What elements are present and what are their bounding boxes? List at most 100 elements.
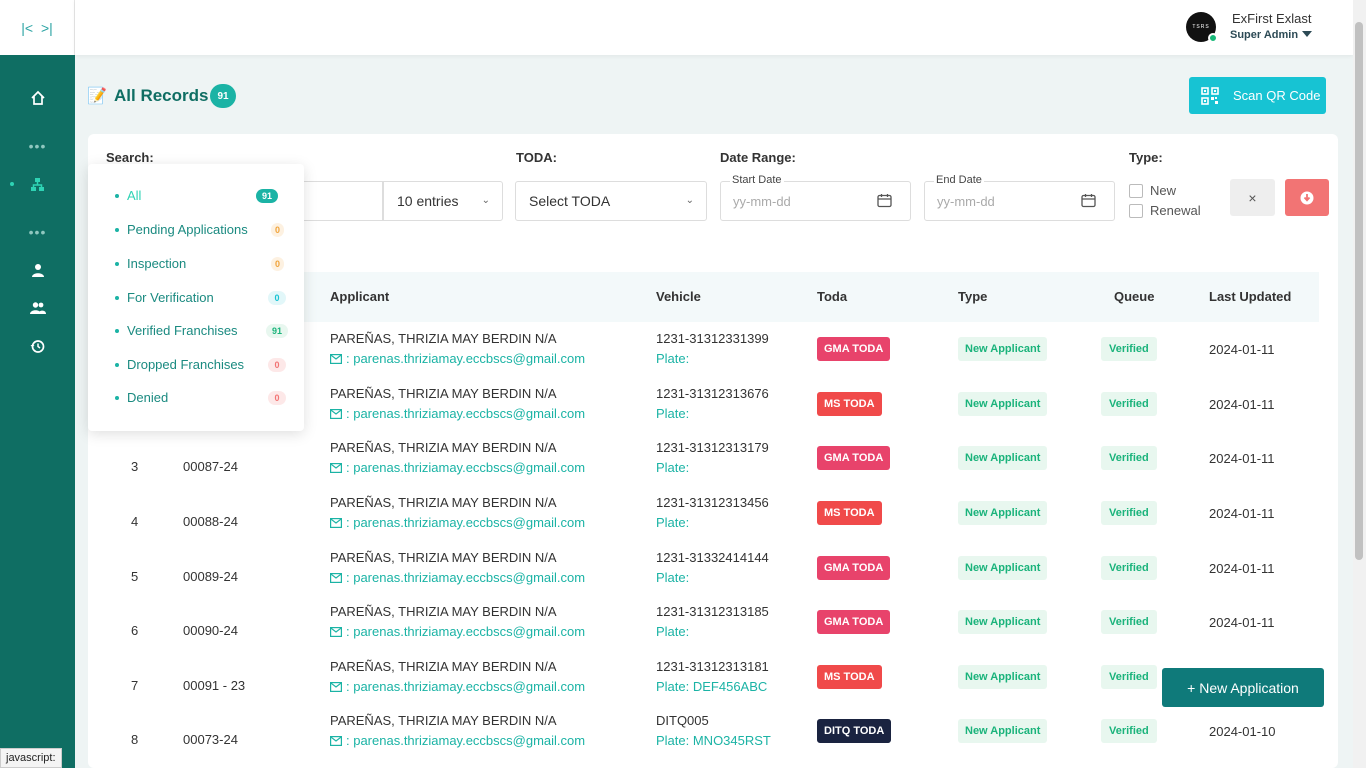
vehicle-number: 1231-31312313676 <box>656 386 769 401</box>
applicant-email[interactable]: : parenas.thriziamay.eccbscs@gmail.com <box>330 515 585 530</box>
applicant-email[interactable]: : parenas.thriziamay.eccbscs@gmail.com <box>330 570 585 585</box>
column-queue[interactable]: Queue <box>1114 289 1154 304</box>
vehicle-plate: Plate: <box>656 460 690 475</box>
applicant-email[interactable]: : parenas.thriziamay.eccbscs@gmail.com <box>330 351 585 366</box>
sitemap-icon <box>31 177 44 191</box>
toda-select[interactable]: Select TODA ⌄ <box>515 181 707 221</box>
last-updated: 2024-01-11 <box>1209 561 1275 576</box>
type-badge: New Applicant <box>958 337 1048 361</box>
franchise-id: 00090-24 <box>183 623 238 638</box>
column-applicant[interactable]: Applicant <box>330 289 389 304</box>
column-type[interactable]: Type <box>958 289 987 304</box>
collapse-first-icon[interactable]: |< <box>21 20 33 36</box>
user-icon <box>31 264 44 277</box>
sidebar-item-users[interactable] <box>0 294 75 322</box>
entries-select[interactable]: 10 entries ⌄ <box>383 181 503 221</box>
applicant-email[interactable]: : parenas.thriziamay.eccbscs@gmail.com <box>330 624 585 639</box>
scan-qr-label: Scan QR Code <box>1233 88 1321 103</box>
bullet <box>115 228 119 232</box>
status-item-verified-franchises[interactable]: Verified Franchises 91 <box>88 319 304 343</box>
type-badge: New Applicant <box>958 610 1048 634</box>
status-item-label: All <box>127 188 142 203</box>
queue-badge: Verified <box>1101 337 1157 361</box>
status-item-pending-applications[interactable]: Pending Applications 0 <box>88 218 304 242</box>
status-item-label: For Verification <box>127 290 214 305</box>
caret-down-icon <box>1302 31 1313 37</box>
sidebar-item-history[interactable] <box>0 332 75 360</box>
status-count-badge: 0 <box>268 291 286 305</box>
scrollbar-thumb[interactable] <box>1355 22 1363 560</box>
column-last-updated[interactable]: Last Updated <box>1209 289 1291 304</box>
applicant-email[interactable]: : parenas.thriziamay.eccbscs@gmail.com <box>330 406 585 421</box>
envelope-icon <box>330 463 342 473</box>
toda-select-value: Select TODA <box>529 193 611 209</box>
page-title: All Records <box>114 86 209 105</box>
status-item-label: Pending Applications <box>127 222 248 237</box>
vehicle-number: 1231-31312313179 <box>656 440 769 455</box>
franchise-id: 00087-24 <box>183 459 238 474</box>
column-vehicle[interactable]: Vehicle <box>656 289 701 304</box>
sidebar-item-home[interactable] <box>0 84 75 112</box>
envelope-icon <box>330 627 342 637</box>
applicant-name: PAREÑAS, THRIZIA MAY BERDIN N/A <box>330 604 557 619</box>
applicant-name: PAREÑAS, THRIZIA MAY BERDIN N/A <box>330 659 557 674</box>
search-label: Search: <box>106 150 154 165</box>
type-badge: New Applicant <box>958 392 1048 416</box>
user-role-dropdown[interactable]: Super Admin <box>1230 29 1313 41</box>
start-date-field[interactable]: Start Date yy-mm-dd <box>720 174 911 221</box>
toda-badge: MS TODA <box>817 501 882 525</box>
applicant-email[interactable]: : parenas.thriziamay.eccbscs@gmail.com <box>330 679 585 694</box>
status-item-for-verification[interactable]: For Verification 0 <box>88 286 304 310</box>
applicant-email[interactable]: : parenas.thriziamay.eccbscs@gmail.com <box>330 460 585 475</box>
toda-badge: DITQ TODA <box>817 719 892 743</box>
applicant-name: PAREÑAS, THRIZIA MAY BERDIN N/A <box>330 713 557 728</box>
toda-badge: GMA TODA <box>817 337 891 361</box>
bullet <box>115 329 119 333</box>
calendar-icon[interactable] <box>877 193 892 208</box>
scan-qr-button[interactable]: Scan QR Code <box>1189 77 1326 114</box>
column-toda[interactable]: Toda <box>817 289 847 304</box>
status-item-inspection[interactable]: Inspection 0 <box>88 252 304 276</box>
type-renewal-label: Renewal <box>1150 203 1201 218</box>
chevron-down-icon: ⌄ <box>685 195 694 206</box>
vehicle-plate: Plate: <box>656 624 690 639</box>
download-button[interactable] <box>1285 179 1329 216</box>
toda-badge: GMA TODA <box>817 610 891 634</box>
applicant-email[interactable]: : parenas.thriziamay.eccbscs@gmail.com <box>330 733 585 748</box>
vehicle-number: DITQ005 <box>656 713 709 728</box>
type-badge: New Applicant <box>958 556 1048 580</box>
scrollbar[interactable] <box>1353 0 1366 768</box>
sidebar-item-user[interactable] <box>0 256 75 284</box>
download-circle-icon <box>1300 191 1314 204</box>
type-renewal-checkbox[interactable] <box>1129 204 1143 218</box>
applicant-email-text: : parenas.thriziamay.eccbscs@gmail.com <box>346 733 586 748</box>
status-item-dropped-franchises[interactable]: Dropped Franchises 0 <box>88 353 304 377</box>
type-new-checkbox[interactable] <box>1129 184 1143 198</box>
start-date-label: Start Date <box>730 174 784 186</box>
status-count-badge: 91 <box>266 324 288 338</box>
collapse-last-icon[interactable]: >| <box>41 20 53 36</box>
vehicle-number: 1231-31312313181 <box>656 659 769 674</box>
status-item-all[interactable]: All 91 <box>88 184 304 208</box>
franchise-id: 00089-24 <box>183 569 238 584</box>
sidebar-item-records[interactable] <box>0 170 75 198</box>
status-item-label: Dropped Franchises <box>127 357 245 372</box>
status-count-badge: 0 <box>271 257 284 271</box>
vehicle-plate: Plate: <box>656 351 690 366</box>
status-count-badge: 91 <box>256 189 278 203</box>
applicant-email-text: : parenas.thriziamay.eccbscs@gmail.com <box>346 351 586 366</box>
calendar-icon[interactable] <box>1081 193 1096 208</box>
new-application-button[interactable]: + New Application <box>1162 668 1324 707</box>
vehicle-plate: Plate: MNO345RST <box>656 733 771 748</box>
status-item-denied[interactable]: Denied 0 <box>88 386 304 410</box>
end-date-field[interactable]: End Date yy-mm-dd <box>924 174 1115 221</box>
type-label: Type: <box>1129 150 1163 165</box>
home-icon <box>30 90 45 105</box>
clear-filters-button[interactable]: × <box>1230 179 1275 216</box>
queue-badge: Verified <box>1101 610 1157 634</box>
users-icon <box>29 302 46 314</box>
toda-badge: GMA TODA <box>817 446 891 470</box>
sidebar-separator: ••• <box>28 224 47 240</box>
type-badge: New Applicant <box>958 501 1048 525</box>
last-updated: 2024-01-11 <box>1209 397 1275 412</box>
